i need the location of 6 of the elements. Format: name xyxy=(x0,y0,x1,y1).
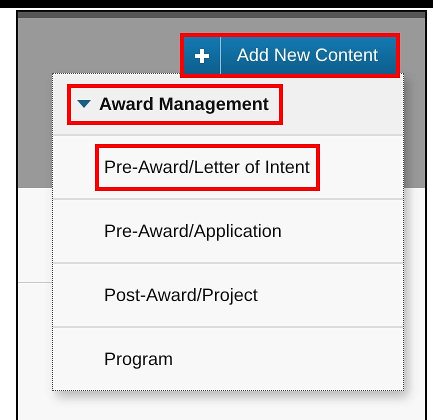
menu-item[interactable]: Program xyxy=(99,340,180,378)
menu-item[interactable]: Pre-Award/Letter of Intent xyxy=(99,148,316,186)
menu-item[interactable]: Post-Award/Project xyxy=(99,276,264,314)
menu-item[interactable]: Pre-Award/Application xyxy=(99,212,288,250)
add-content-button[interactable]: Add New Content xyxy=(184,37,396,74)
plus-icon xyxy=(194,48,209,62)
